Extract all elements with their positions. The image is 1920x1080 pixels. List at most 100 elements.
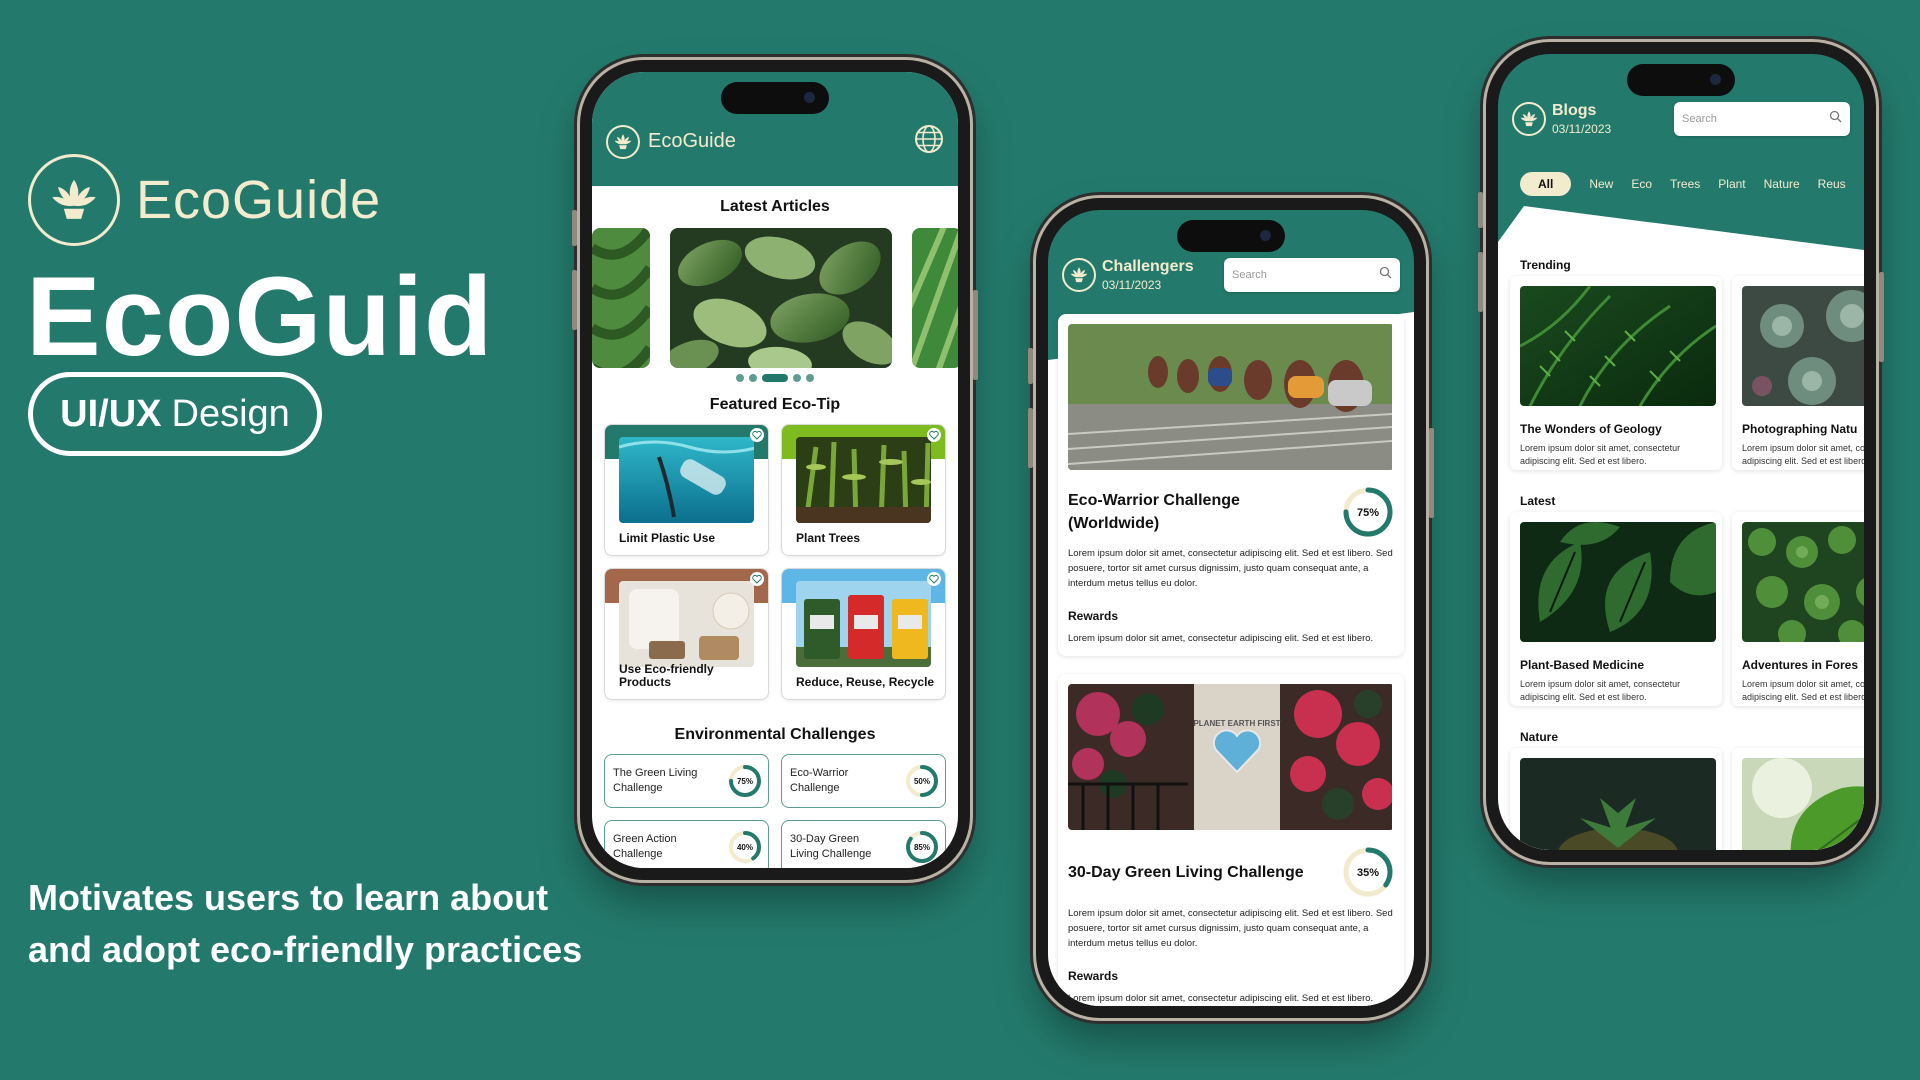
carousel-dots[interactable] bbox=[592, 374, 958, 382]
challenge-card[interactable]: Green Action Challenge 40% bbox=[604, 820, 769, 868]
dynamic-island bbox=[721, 82, 829, 114]
rewards-text: Lorem ipsum dolor sit amet, consectetur … bbox=[1068, 633, 1374, 644]
carousel-dot[interactable] bbox=[749, 374, 757, 382]
challenge-card[interactable]: The Green Living Challenge 75% bbox=[604, 754, 769, 808]
challenge-image: PLANET EARTH FIRST bbox=[1068, 684, 1394, 830]
challengers-date: 03/11/2023 bbox=[1102, 278, 1162, 292]
lotus-logo-icon bbox=[1062, 258, 1096, 292]
section-title-trending: Trending bbox=[1520, 258, 1571, 272]
challenge-description: Lorem ipsum dolor sit amet, consectetur … bbox=[1068, 548, 1393, 589]
heart-icon[interactable] bbox=[927, 572, 941, 586]
challenge-card[interactable]: 30-Day Green Living Challenge 85% bbox=[781, 820, 946, 868]
challenge-title: Eco-Warrior Challenge (Worldwide) bbox=[1068, 492, 1240, 532]
section-title-nature: Nature bbox=[1520, 730, 1559, 744]
article-image-next[interactable] bbox=[912, 228, 958, 368]
home-app-title[interactable]: EcoGuide bbox=[606, 124, 736, 159]
carousel-dot[interactable] bbox=[736, 374, 744, 382]
search-input[interactable] bbox=[1682, 113, 1812, 125]
search-input[interactable] bbox=[1232, 269, 1362, 281]
filter-chip-all[interactable]: All bbox=[1520, 172, 1572, 196]
tip-card-recycle[interactable]: Reduce, Reuse, Recycle bbox=[781, 568, 946, 700]
blog-image bbox=[1520, 286, 1716, 406]
brand-name: EcoGuide bbox=[136, 170, 382, 230]
blog-image bbox=[1742, 522, 1864, 642]
carousel-dot[interactable] bbox=[806, 374, 814, 382]
blog-card[interactable]: Adventures in Fores Lorem ipsum dolor si… bbox=[1732, 512, 1864, 706]
filter-chip-reuse[interactable]: Reus bbox=[1818, 177, 1846, 191]
challenge-grid: The Green Living Challenge 75% Eco-Warri… bbox=[592, 754, 958, 868]
blogs-search[interactable] bbox=[1674, 102, 1850, 136]
blog-card[interactable]: Plant-Based Medicine Lorem ipsum dolor s… bbox=[1510, 512, 1722, 706]
filter-chip-new[interactable]: New bbox=[1589, 177, 1613, 191]
eco-tip-grid: Limit Plastic Use Plant Trees Use Eco-fr… bbox=[592, 424, 958, 700]
tagline: Motivates users to learn about and adopt… bbox=[28, 872, 648, 976]
tip-card-limit-plastic[interactable]: Limit Plastic Use bbox=[604, 424, 769, 556]
blogs-date: 03/11/2023 bbox=[1552, 122, 1612, 136]
rewards-label: Rewards bbox=[1068, 609, 1119, 623]
blog-card[interactable]: The Wonders of Geology Lorem ipsum dolor… bbox=[1510, 276, 1722, 470]
globe-icon[interactable] bbox=[914, 124, 944, 159]
blog-excerpt: Lorem ipsum dolor sit amet, consectetur … bbox=[1520, 679, 1681, 702]
challenge-detail-card[interactable]: PLANET EARTH FIRST 30-Day Green Living C… bbox=[1058, 674, 1404, 1006]
blogs-title: Blogs bbox=[1552, 102, 1597, 119]
blog-image bbox=[1520, 522, 1716, 642]
latest-articles-title: Latest Articles bbox=[720, 198, 830, 215]
challenge-name: 30-Day Green Living Challenge bbox=[790, 833, 872, 860]
blog-image bbox=[1742, 758, 1864, 850]
hero-title: EcoGuid bbox=[26, 254, 494, 379]
progress-label: 40% bbox=[737, 843, 753, 852]
blog-card[interactable] bbox=[1510, 748, 1722, 850]
blog-card[interactable]: Photographing Natu Lorem ipsum dolor sit… bbox=[1732, 276, 1864, 470]
blog-title: Plant-Based Medicine bbox=[1520, 658, 1645, 672]
carousel-dot-active[interactable] bbox=[762, 374, 788, 382]
challengers-title: Challengers bbox=[1102, 258, 1194, 275]
rewards-text: Lorem ipsum dolor sit amet, consectetur … bbox=[1068, 993, 1374, 1004]
challenge-detail-card[interactable]: Eco-Warrior Challenge (Worldwide) 75% Lo… bbox=[1058, 314, 1404, 656]
phone-blogs: Blogs 03/11/2023 All New Eco Trees Plant… bbox=[1478, 42, 1884, 862]
progress-label: 35% bbox=[1357, 867, 1379, 879]
tip-card-eco-products[interactable]: Use Eco-friendly Products bbox=[604, 568, 769, 700]
articles-carousel[interactable] bbox=[592, 228, 958, 368]
heart-icon[interactable] bbox=[927, 428, 941, 442]
blog-excerpt: Lorem ipsum dolor sit amet, consectetur … bbox=[1742, 679, 1864, 702]
tagline-line-1: Motivates users to learn about bbox=[28, 877, 549, 918]
dynamic-island bbox=[1627, 64, 1735, 96]
progress-ring: 75% bbox=[729, 765, 761, 797]
progress-label: 75% bbox=[1357, 507, 1379, 519]
phone-challengers: Challengers 03/11/2023 E bbox=[1028, 198, 1434, 1018]
filter-chip-plant[interactable]: Plant bbox=[1718, 177, 1745, 191]
tip-label: Reduce, Reuse, Recycle bbox=[796, 675, 935, 689]
challengers-header: Challengers 03/11/2023 bbox=[1062, 258, 1400, 292]
filter-chip-eco[interactable]: Eco bbox=[1631, 177, 1652, 191]
category-filters: All New Eco Trees Plant Nature Reus bbox=[1520, 172, 1864, 196]
blog-title: The Wonders of Geology bbox=[1520, 422, 1662, 436]
search-icon[interactable] bbox=[1829, 110, 1842, 128]
heart-icon[interactable] bbox=[750, 428, 764, 442]
uiux-design-pill: UI/UX Design bbox=[28, 372, 322, 456]
blog-excerpt: Lorem ipsum dolor sit amet, consectetur … bbox=[1520, 443, 1681, 466]
challengers-screen: Challengers 03/11/2023 E bbox=[1048, 210, 1414, 1006]
challenge-name: Green Action Challenge bbox=[613, 833, 677, 860]
blog-card[interactable] bbox=[1732, 748, 1864, 850]
filter-chip-trees[interactable]: Trees bbox=[1670, 177, 1700, 191]
tip-card-plant-trees[interactable]: Plant Trees bbox=[781, 424, 946, 556]
blog-title: Photographing Natu bbox=[1742, 422, 1858, 436]
search-icon[interactable] bbox=[1379, 266, 1392, 284]
blogs-screen: Blogs 03/11/2023 All New Eco Trees Plant… bbox=[1498, 54, 1864, 850]
challenge-image bbox=[1068, 324, 1394, 470]
challenge-card[interactable]: Eco-Warrior Challenge 50% bbox=[781, 754, 946, 808]
environmental-challenges-title: Environmental Challenges bbox=[674, 726, 876, 743]
article-image-current[interactable] bbox=[670, 228, 892, 368]
article-image-prev[interactable] bbox=[592, 228, 650, 368]
challengers-search[interactable] bbox=[1224, 258, 1400, 292]
blog-title: Adventures in Fores bbox=[1742, 658, 1859, 672]
heart-icon[interactable] bbox=[750, 572, 764, 586]
challenge-description: Lorem ipsum dolor sit amet, consectetur … bbox=[1068, 908, 1393, 949]
blog-image bbox=[1520, 758, 1716, 850]
filter-chip-nature[interactable]: Nature bbox=[1764, 177, 1800, 191]
tip-label: Limit Plastic Use bbox=[619, 531, 716, 545]
progress-label: 75% bbox=[737, 777, 753, 786]
carousel-dot[interactable] bbox=[793, 374, 801, 382]
progress-ring: 40% bbox=[729, 831, 761, 863]
section-title-latest: Latest bbox=[1520, 494, 1556, 508]
